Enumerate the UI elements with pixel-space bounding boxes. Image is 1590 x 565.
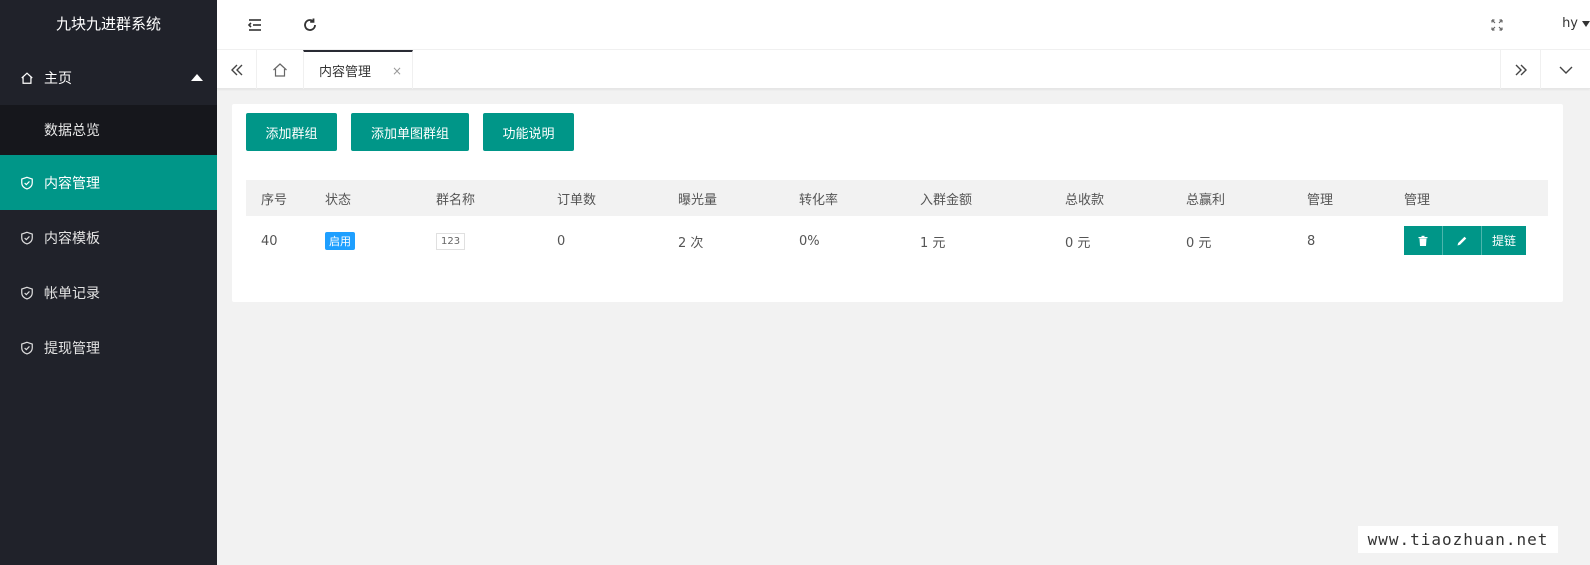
refresh-icon[interactable] [300, 15, 320, 35]
col-header: 转化率 [799, 192, 839, 208]
col-header: 序号 [261, 192, 288, 208]
add-single-image-group-button[interactable]: 添加单图群组 [351, 113, 469, 151]
cell-status: 启用 [325, 216, 355, 266]
sidebar-subitem-overview[interactable]: 数据总览 [0, 105, 217, 155]
sidebar-item-content[interactable]: 内容管理 [0, 155, 217, 210]
sidebar-item-label: 帐单记录 [44, 285, 100, 302]
sidebar-item-home[interactable]: 主页 [0, 50, 217, 105]
cell-name: 123 [436, 216, 466, 266]
caret-up-icon [191, 73, 203, 81]
col-header: 入群金额 [920, 192, 973, 208]
tabs-prev-icon[interactable] [217, 50, 257, 89]
col-header: 总收款 [1065, 192, 1105, 208]
trash-icon [1418, 235, 1428, 246]
top-header: hy [217, 0, 1590, 50]
group-name-tag: 123 [436, 232, 466, 250]
col-header: 曝光量 [678, 192, 718, 208]
watermark: www.tiaozhuan.net [1358, 526, 1558, 553]
col-header: 管理 [1404, 192, 1431, 208]
sidebar-item-label: 内容管理 [44, 175, 100, 192]
group-table: 序号 状态 群名称 订单数 曝光量 转化率 入群金额 总收款 总赢利 管理 管理… [246, 180, 1548, 266]
user-name: hy [1562, 16, 1578, 31]
cell-orders: 0 [557, 233, 566, 249]
delete-button[interactable] [1404, 226, 1443, 255]
sidebar-item-billing[interactable]: 帐单记录 [0, 265, 217, 320]
cell-price: 1 元 [920, 235, 946, 251]
fullscreen-icon[interactable] [1487, 15, 1507, 35]
home-icon [20, 71, 34, 85]
shield-icon [20, 286, 34, 300]
tab-label: 内容管理 [319, 65, 372, 80]
tabs-dropdown-icon[interactable] [1540, 50, 1590, 89]
cell-profit: 0 元 [1186, 235, 1212, 251]
cell-manage: 8 [1307, 233, 1316, 249]
menu-collapse-icon[interactable] [245, 15, 265, 35]
cell-rate: 0% [799, 233, 820, 249]
sidebar-item-template[interactable]: 内容模板 [0, 210, 217, 265]
extract-link-button[interactable]: 提链 [1482, 226, 1526, 255]
tab-bar: 内容管理 × [217, 50, 1590, 89]
col-header: 总赢利 [1186, 192, 1226, 208]
cell-views: 2 次 [678, 235, 704, 251]
cell-income: 0 元 [1065, 235, 1091, 251]
cell-id: 40 [261, 233, 278, 249]
help-button[interactable]: 功能说明 [483, 113, 574, 151]
table-row: 40 启用 123 0 2 次 0% 1 元 0 元 0 元 8 提链 [246, 216, 1548, 266]
col-header: 状态 [325, 192, 352, 208]
home-tab-icon[interactable] [257, 50, 303, 89]
shield-icon [20, 176, 34, 190]
close-icon[interactable]: × [392, 64, 402, 78]
sidebar-item-withdraw[interactable]: 提现管理 [0, 320, 217, 375]
sidebar: 九块九进群系统 主页 数据总览 内容管理 内容模板 帐单记录 提现管理 [0, 0, 217, 565]
caret-down-icon [1582, 20, 1590, 27]
shield-icon [20, 341, 34, 355]
row-actions: 提链 [1404, 226, 1526, 255]
tab-content-manage[interactable]: 内容管理 × [303, 50, 413, 89]
col-header: 管理 [1307, 192, 1334, 208]
add-group-button[interactable]: 添加群组 [246, 113, 337, 151]
status-badge: 启用 [325, 232, 355, 250]
app-logo-title: 九块九进群系统 [55, 15, 161, 33]
sidebar-item-label: 内容模板 [44, 230, 100, 247]
edit-button[interactable] [1443, 226, 1482, 255]
sidebar-item-label: 提现管理 [44, 340, 100, 357]
pencil-icon [1457, 236, 1467, 245]
content-card: 添加群组 添加单图群组 功能说明 序号 状态 群名称 订单数 曝光量 转化率 入… [232, 104, 1563, 302]
user-menu[interactable]: hy [1562, 16, 1590, 31]
tabs-next-icon[interactable] [1500, 50, 1540, 89]
sidebar-item-label: 主页 [44, 70, 72, 87]
col-header: 订单数 [557, 192, 597, 208]
table-header: 序号 状态 群名称 订单数 曝光量 转化率 入群金额 总收款 总赢利 管理 管理 [246, 180, 1548, 216]
col-header: 群名称 [436, 192, 476, 208]
shield-icon [20, 231, 34, 245]
